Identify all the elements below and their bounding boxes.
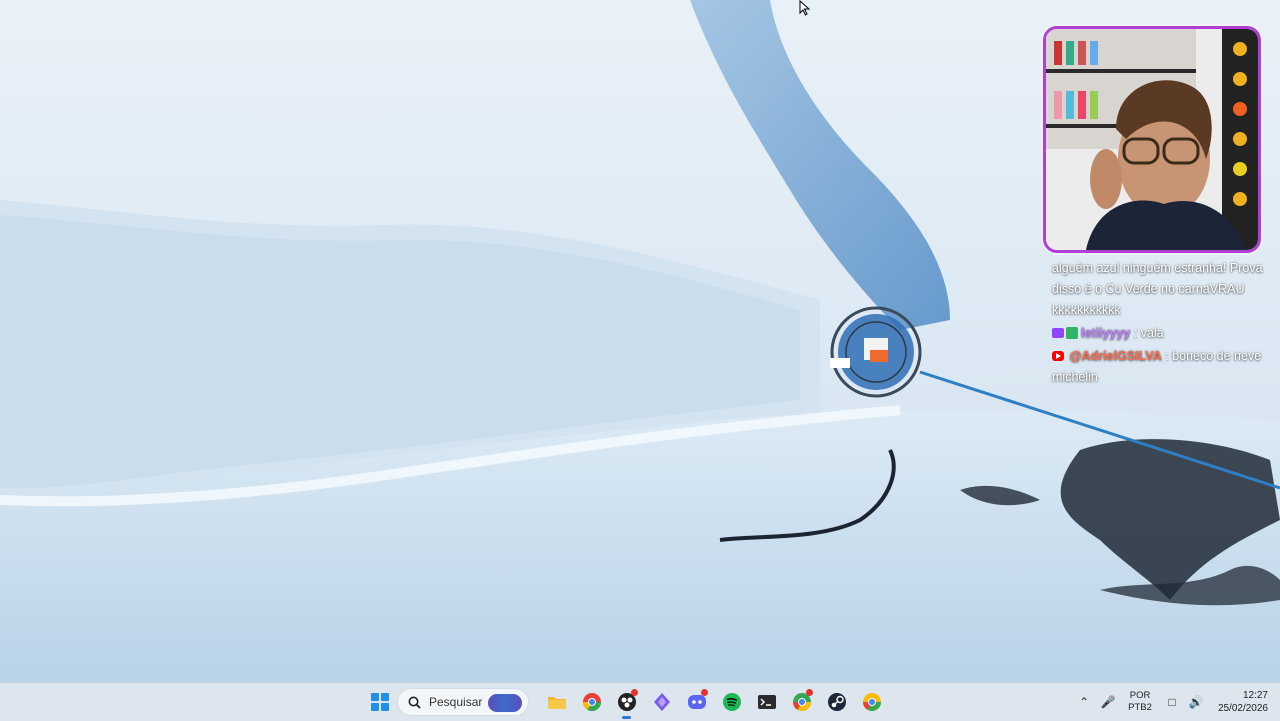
chat-message: alguém azul ninguém estranha! Prova diss…	[1052, 258, 1274, 321]
notification-dot-icon	[631, 689, 638, 696]
microphone-icon[interactable]: 🎤	[1099, 695, 1117, 709]
windows-logo-icon	[370, 693, 389, 711]
youtube-icon	[1052, 351, 1064, 361]
notification-dot-icon	[806, 689, 813, 696]
chat-message-text: vala	[1140, 326, 1164, 340]
terminal-icon	[757, 695, 776, 709]
mouse-cursor-icon	[799, 0, 811, 16]
clock-date: 25/02/2026	[1217, 703, 1268, 714]
folder-icon	[547, 697, 566, 709]
subscriber-badge-icon	[1066, 327, 1078, 339]
taskbar-app-spotify[interactable]	[714, 683, 749, 721]
diamond-app-icon	[653, 693, 670, 711]
volume-icon[interactable]: 🔊	[1187, 695, 1205, 709]
notification-dot-icon	[701, 689, 708, 696]
taskbar-app-chrome-profile-2[interactable]	[854, 683, 889, 721]
taskbar-app-chrome-profile[interactable]	[784, 683, 819, 721]
chat-username: letiiyyyy	[1081, 326, 1131, 340]
taskbar-app-steam[interactable]	[819, 683, 854, 721]
language-indicator[interactable]: POR PTB2	[1128, 690, 1152, 714]
steam-icon	[827, 693, 846, 711]
system-tray: ⌃ 🎤 POR PTB2 □ 🔊 12:27 25/02/2026	[1072, 683, 1268, 721]
spotify-icon	[722, 693, 741, 711]
taskbar-apps: Pesquisar	[362, 683, 889, 721]
windows-taskbar: Pesquisar ⌃ 🎤 POR PTB2 □ 🔊 12:27 25/02/2…	[0, 682, 1280, 721]
chat-separator: :	[1130, 326, 1141, 340]
chat-separator: :	[1161, 349, 1173, 363]
language-top: POR	[1129, 690, 1151, 701]
network-icon[interactable]: □	[1163, 695, 1181, 709]
taskbar-app-diamond[interactable]	[644, 683, 679, 721]
chevron-up-icon[interactable]: ⌃	[1075, 695, 1093, 709]
clock[interactable]: 12:27 25/02/2026	[1218, 689, 1268, 715]
taskbar-app-file-explorer[interactable]	[539, 683, 574, 721]
chat-message: letiiyyyy : vala	[1052, 323, 1274, 344]
start-button[interactable]	[362, 683, 397, 721]
chrome-profile-2-icon	[862, 693, 881, 712]
taskbar-app-discord[interactable]	[679, 683, 714, 721]
active-indicator	[622, 716, 631, 719]
webcam-overlay	[1043, 26, 1261, 253]
chat-username: @AdrielGSILVA	[1069, 349, 1162, 363]
language-bottom: PTB2	[1128, 702, 1152, 713]
chrome-icon	[582, 693, 601, 712]
search-highlight-art-icon	[488, 694, 522, 712]
twitch-icon	[1052, 328, 1064, 338]
paramotor-pilot	[830, 306, 922, 398]
search-icon	[408, 696, 421, 709]
taskbar-app-terminal[interactable]	[749, 683, 784, 721]
stream-chat-overlay: alguém azul ninguém estranha! Prova diss…	[1052, 258, 1274, 390]
chat-message-text: alguém azul ninguém estranha! Prova diss…	[1052, 261, 1263, 317]
clock-time: 12:27	[1242, 690, 1268, 701]
taskbar-search[interactable]: Pesquisar	[397, 688, 529, 716]
streamer-webcam-image	[1046, 29, 1258, 250]
chat-message: @AdrielGSILVA : boneco de neve michelin	[1052, 346, 1274, 388]
taskbar-app-obs[interactable]	[609, 683, 644, 721]
taskbar-app-chrome[interactable]	[574, 683, 609, 721]
search-placeholder: Pesquisar	[429, 695, 483, 709]
